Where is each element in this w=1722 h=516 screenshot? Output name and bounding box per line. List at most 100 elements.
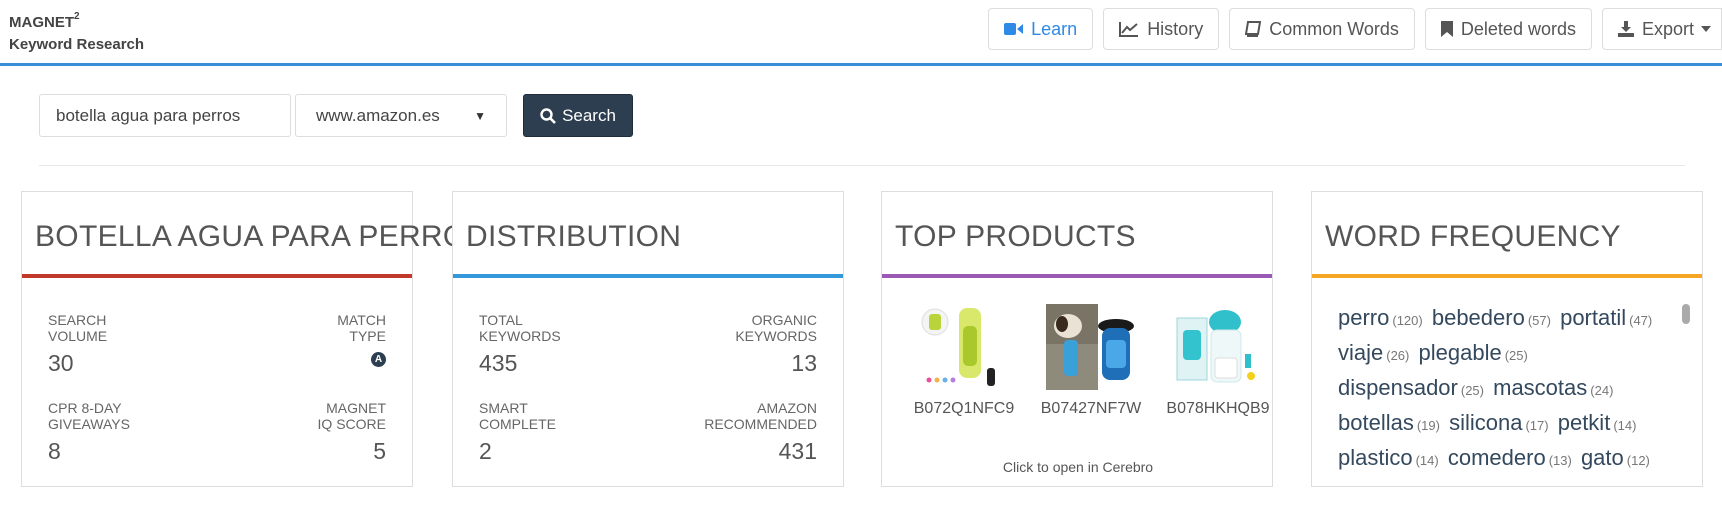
book-icon	[1245, 21, 1262, 37]
word-item[interactable]: petkit	[1558, 410, 1611, 435]
export-dropdown-button[interactable]: Export	[1601, 8, 1722, 50]
smart-complete-stat: SMART COMPLETE 2	[479, 400, 556, 465]
search-volume-value: 30	[48, 350, 74, 376]
brand-name: MAGNET	[9, 14, 74, 31]
learn-label: Learn	[1031, 18, 1078, 39]
word-cloud: perro (120) bebedero (57) portatil (47) via…	[1338, 302, 1678, 477]
magnet-iq-label: MAGNET IQ SCORE	[317, 400, 386, 432]
search-button[interactable]: Search	[523, 94, 633, 137]
top-products-panel-title: TOP PRODUCTS	[882, 192, 1272, 278]
distribution-panel-title: DISTRIBUTION	[453, 192, 843, 278]
export-label: Export	[1641, 18, 1694, 39]
brand-subtitle: Keyword Research	[9, 36, 145, 53]
magnet-iq-value: 5	[373, 438, 386, 464]
product-image[interactable]	[919, 304, 1009, 390]
section-divider	[39, 165, 1685, 166]
word-count: (57)	[1527, 313, 1551, 328]
word-item[interactable]: silicona	[1449, 410, 1522, 435]
keyword-panel-title: BOTELLA AGUA PARA PERROS	[22, 192, 487, 278]
deleted-words-button[interactable]: Deleted words	[1424, 8, 1592, 50]
top-products-panel: TOP PRODUCTS B072Q1NFC9 B07427NF7W B078H…	[881, 191, 1273, 487]
product-list: B072Q1NFC9 B07427NF7W B078HKHQB9	[908, 304, 1272, 418]
product-image[interactable]	[1173, 304, 1263, 390]
product-image[interactable]	[1046, 304, 1136, 390]
word-count: (25)	[1460, 383, 1484, 398]
cpr-value: 8	[48, 438, 61, 464]
word-item[interactable]: bebedero	[1432, 305, 1525, 330]
keyword-summary-panel: BOTELLA AGUA PARA PERROS SEARCH VOLUME 30…	[21, 191, 487, 487]
product-item[interactable]: B078HKHQB9	[1162, 304, 1272, 418]
organic-keywords-stat: ORGANIC KEYWORDS 13	[735, 312, 817, 377]
word-count: (14)	[1613, 418, 1637, 433]
word-count: (47)	[1629, 313, 1653, 328]
smart-complete-value: 2	[479, 438, 492, 464]
organic-keywords-value: 13	[791, 350, 817, 376]
download-icon	[1617, 21, 1634, 37]
marketplace-value: www.amazon.es	[316, 105, 440, 125]
cpr-label: CPR 8-DAY GIVEAWAYS	[48, 400, 130, 432]
word-count: (19)	[1416, 418, 1440, 433]
magnet-iq-stat: MAGNET IQ SCORE 5	[318, 400, 386, 465]
search-button-label: Search	[562, 105, 616, 125]
learn-button[interactable]: Learn	[988, 8, 1094, 50]
word-count: (12)	[1626, 453, 1650, 468]
keyword-search-input[interactable]	[39, 94, 291, 137]
match-type-stat: MATCH TYPE A	[337, 312, 386, 367]
word-count: (26)	[1386, 348, 1410, 363]
word-frequency-panel: WORD FREQUENCY perro (120) bebedero (57) p…	[1311, 191, 1703, 487]
common-words-label: Common Words	[1269, 18, 1399, 39]
word-item[interactable]: portatil	[1560, 305, 1626, 330]
product-item[interactable]: B07427NF7W	[1035, 304, 1147, 418]
common-words-button[interactable]: Common Words	[1229, 8, 1415, 50]
brand: MAGNET2 Keyword Research	[9, 8, 144, 56]
match-type-label: MATCH TYPE	[337, 312, 386, 344]
word-count: (14)	[1415, 453, 1439, 468]
word-item[interactable]: viaje	[1338, 340, 1383, 365]
nav-buttons: Learn History Common Words Deleted words…	[988, 8, 1722, 50]
deleted-words-label: Deleted words	[1460, 18, 1576, 39]
total-keywords-value: 435	[479, 350, 518, 376]
word-item[interactable]: dispensador	[1338, 375, 1458, 400]
search-volume-label: SEARCH VOLUME	[48, 312, 108, 344]
product-asin: B078HKHQB9	[1166, 400, 1270, 417]
amazon-recommended-stat: AMAZON RECOMMENDED 431	[704, 400, 817, 465]
chevron-down-icon	[1701, 26, 1711, 32]
smart-complete-label: SMART COMPLETE	[479, 400, 557, 432]
search-icon	[540, 107, 556, 124]
open-in-cerebro-link[interactable]: Click to open in Cerebro	[882, 459, 1272, 475]
cpr-giveaways-stat: CPR 8-DAY GIVEAWAYS 8	[48, 400, 130, 465]
total-keywords-stat: TOTAL KEYWORDS 435	[479, 312, 561, 377]
top-header: MAGNET2 Keyword Research Learn History C…	[0, 0, 1722, 66]
product-asin: B07427NF7W	[1040, 400, 1142, 417]
product-item[interactable]: B072Q1NFC9	[908, 304, 1020, 418]
marketplace-select[interactable]: www.amazon.es ▼	[295, 94, 507, 137]
word-item[interactable]: plegable	[1419, 340, 1502, 365]
match-type-badge-icon: A	[371, 352, 386, 367]
brand-superscript: 2	[74, 11, 80, 22]
distribution-panel: DISTRIBUTION TOTAL KEYWORDS 435 ORGANIC KE…	[452, 191, 844, 487]
amazon-recommended-value: 431	[778, 438, 817, 464]
history-button[interactable]: History	[1103, 8, 1220, 50]
search-volume-stat: SEARCH VOLUME 30	[48, 312, 107, 377]
product-asin: B072Q1NFC9	[913, 400, 1015, 417]
organic-keywords-label: ORGANIC KEYWORDS	[735, 312, 817, 344]
line-chart-icon	[1119, 22, 1139, 37]
word-item[interactable]: gato	[1581, 445, 1624, 470]
amazon-recommended-label: AMAZON RECOMMENDED	[704, 400, 817, 432]
history-label: History	[1147, 18, 1204, 39]
word-count: (24)	[1590, 383, 1614, 398]
select-arrow-icon: ▼	[474, 108, 486, 123]
word-item[interactable]: botellas	[1338, 410, 1414, 435]
bookmark-icon	[1440, 21, 1453, 37]
word-item[interactable]: comedero	[1448, 445, 1546, 470]
word-count: (120)	[1392, 313, 1423, 328]
total-keywords-label: TOTAL KEYWORDS	[479, 312, 561, 344]
video-camera-icon	[1004, 23, 1024, 35]
word-count: (13)	[1548, 453, 1572, 468]
word-item[interactable]: mascotas	[1493, 375, 1587, 400]
word-list-scrollbar[interactable]	[1682, 304, 1690, 324]
word-frequency-panel-title: WORD FREQUENCY	[1312, 192, 1702, 278]
word-count: (25)	[1504, 348, 1528, 363]
word-item[interactable]: perro	[1338, 305, 1389, 330]
word-item[interactable]: plastico	[1338, 445, 1413, 470]
